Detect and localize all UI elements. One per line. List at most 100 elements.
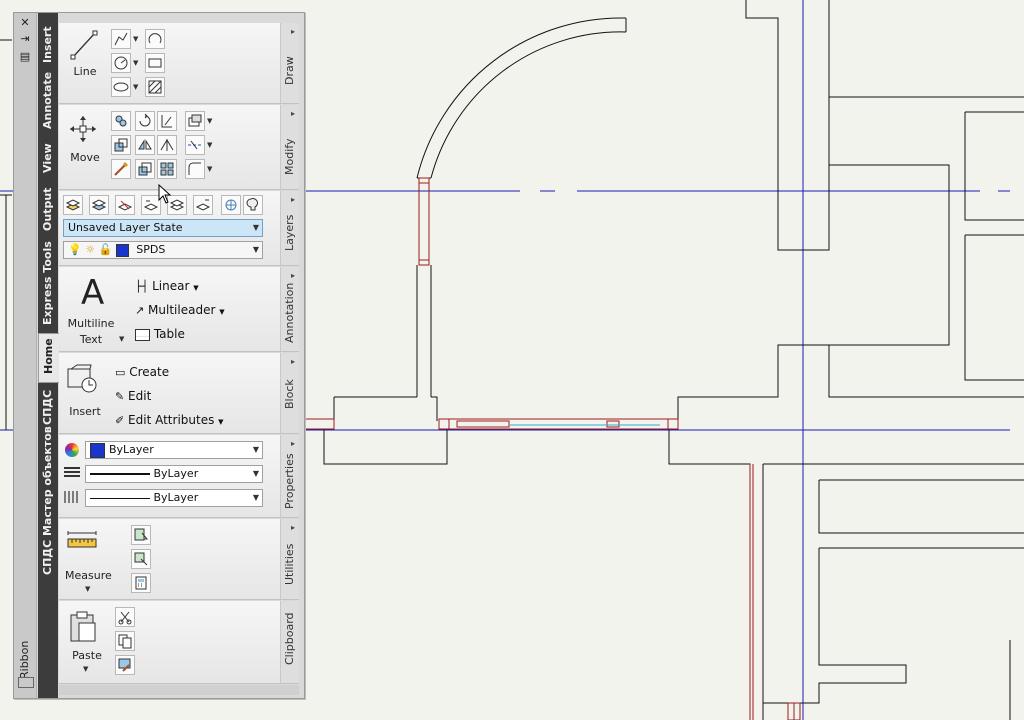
opening-frames	[303, 177, 801, 720]
select-all-icon[interactable]	[131, 549, 151, 569]
array-icon[interactable]	[157, 159, 177, 179]
mouse-cursor-icon	[158, 184, 172, 204]
create-block-icon: ▭	[115, 366, 126, 379]
move-tool[interactable]: Move	[67, 113, 103, 164]
color-combo[interactable]: ByLayer ▼	[85, 441, 263, 459]
paste-tool[interactable]: Paste ▼	[67, 609, 107, 675]
insert-block-tool[interactable]: Insert	[65, 363, 105, 425]
erase-icon[interactable]	[185, 111, 205, 131]
panel-title-layers[interactable]: ▸ Layers	[280, 191, 299, 265]
tab-view[interactable]: View	[38, 135, 58, 179]
line-icon	[70, 30, 98, 60]
copy-icon[interactable]	[111, 111, 131, 131]
multiline-label: Multiline	[67, 317, 115, 330]
layer-make-current-icon[interactable]	[89, 195, 109, 215]
color-wheel-icon	[65, 443, 79, 457]
polyline-icon[interactable]	[111, 29, 131, 49]
panel-modify: Move ▼ ▼ ▼ ▸ Modify	[59, 105, 299, 190]
ribbon-tab-bar: Insert Annotate View Output Express Tool…	[38, 13, 59, 698]
tab-output[interactable]: Output	[38, 181, 58, 235]
panel-block: Insert ▭ Create ✎ Edit ✐ Edit Attributes…	[59, 353, 299, 434]
paste-label: Paste	[72, 649, 102, 662]
rotate-icon[interactable]	[135, 111, 155, 131]
layer-match-icon[interactable]	[115, 195, 135, 215]
multileader-button[interactable]: ↗ Multileader ▼	[135, 303, 225, 317]
palette-icon[interactable]	[18, 677, 34, 688]
create-block-button[interactable]: ▭ Create	[115, 365, 169, 379]
ellipse-icon[interactable]	[111, 77, 131, 97]
close-icon[interactable]: ✕	[18, 17, 32, 29]
panel-annotation: A Multiline Text ▼ ├┤ Linear ▼ ↗ Multile…	[59, 267, 299, 352]
matchprop-icon[interactable]	[111, 159, 131, 179]
panel-title-draw[interactable]: ▸ Draw	[280, 23, 299, 103]
measure-icon	[67, 531, 97, 548]
panel-title-block[interactable]: ▸ Block	[280, 353, 299, 433]
layer-freeze-icon[interactable]	[221, 195, 241, 215]
multiline-text-tool[interactable]: A Multiline Text ▼	[67, 273, 125, 349]
measure-tool[interactable]: Measure ▼	[65, 529, 112, 593]
tab-annotate[interactable]: Annotate	[38, 72, 58, 133]
calculator-icon[interactable]	[131, 573, 151, 593]
insert-block-icon	[67, 364, 97, 393]
tab-home[interactable]: Home	[38, 333, 59, 383]
panel-title-annotation[interactable]: ▸ Annotation	[280, 267, 299, 351]
arc-icon[interactable]	[145, 29, 165, 49]
menu-icon[interactable]: ▤	[18, 51, 32, 63]
circle-icon[interactable]	[111, 53, 131, 73]
layer-state-combo[interactable]: Unsaved Layer State ▼	[63, 219, 263, 237]
table-icon	[135, 328, 150, 341]
quick-select-icon[interactable]	[131, 525, 151, 545]
linetype-icon	[64, 491, 80, 503]
chamfer-icon[interactable]	[185, 159, 205, 179]
layer-unisolate-icon[interactable]	[193, 195, 213, 215]
stretch-icon[interactable]	[111, 135, 131, 155]
multileader-icon: ↗	[135, 304, 145, 317]
panel-title-modify[interactable]: ▸ Modify	[280, 105, 299, 189]
mirror-icon[interactable]	[135, 135, 155, 155]
tab-spds-master[interactable]: СПДС Мастер объектов	[38, 426, 58, 579]
layer-off-icon[interactable]	[243, 195, 263, 215]
lineweight-combo[interactable]: ByLayer ▼	[85, 465, 263, 483]
edit-attributes-button[interactable]: ✐ Edit Attributes ▼	[115, 413, 224, 427]
scale-icon[interactable]	[135, 159, 155, 179]
rectangle-icon[interactable]	[145, 53, 165, 73]
insert-label: Insert	[69, 405, 101, 418]
layer-color-swatch	[115, 243, 129, 257]
edit-block-button[interactable]: ✎ Edit	[115, 389, 151, 403]
panel-title-properties[interactable]: ▸ Properties	[280, 435, 299, 517]
table-button[interactable]: Table	[135, 327, 185, 341]
text-a-icon: A	[81, 273, 105, 313]
panel-title-clipboard[interactable]: Clipboard	[280, 601, 299, 683]
tab-insert[interactable]: Insert	[38, 13, 58, 73]
fillet-icon[interactable]	[157, 135, 177, 155]
ribbon-control-strip: ✕ ⇥ ▤ Ribbon	[14, 13, 37, 698]
tab-express-tools[interactable]: Express Tools	[38, 237, 58, 331]
text-label: Text	[79, 333, 103, 346]
lineweight-icon	[64, 467, 80, 479]
layer-combo[interactable]: 💡 ☼ 🔓 SPDS ▼	[63, 241, 263, 259]
linear-dim-button[interactable]: ├┤ Linear ▼	[135, 279, 199, 293]
cut-icon[interactable]	[115, 607, 135, 627]
linear-dim-icon: ├┤	[135, 280, 149, 293]
move-icon	[70, 116, 96, 142]
measure-label: Measure	[65, 569, 112, 582]
explode-icon[interactable]	[185, 135, 205, 155]
paste-icon	[70, 611, 96, 642]
layer-state-value: Unsaved Layer State	[68, 221, 183, 234]
layer-properties-icon[interactable]	[63, 195, 83, 215]
copy-clip-icon[interactable]	[115, 631, 135, 651]
trim-icon[interactable]	[157, 111, 177, 131]
panel-title-utilities[interactable]: ▸ Utilities	[280, 519, 299, 599]
ribbon-palette[interactable]: ✕ ⇥ ▤ Ribbon Insert Annotate View Output…	[13, 12, 305, 699]
linetype-combo[interactable]: ByLayer ▼	[85, 489, 263, 507]
layer-value: SPDS	[136, 243, 166, 256]
tab-spds[interactable]: СПДС	[38, 385, 58, 429]
panel-clipboard: Paste ▼ Clipboard	[59, 601, 299, 684]
sun-icon: ☼	[85, 243, 96, 256]
line-tool[interactable]: Line	[69, 29, 99, 78]
match-properties-icon[interactable]	[115, 655, 135, 675]
hatch-icon[interactable]	[145, 77, 165, 97]
pin-icon[interactable]: ⇥	[18, 33, 32, 45]
ribbon-bottom-bar	[59, 685, 299, 695]
move-label: Move	[70, 151, 100, 164]
